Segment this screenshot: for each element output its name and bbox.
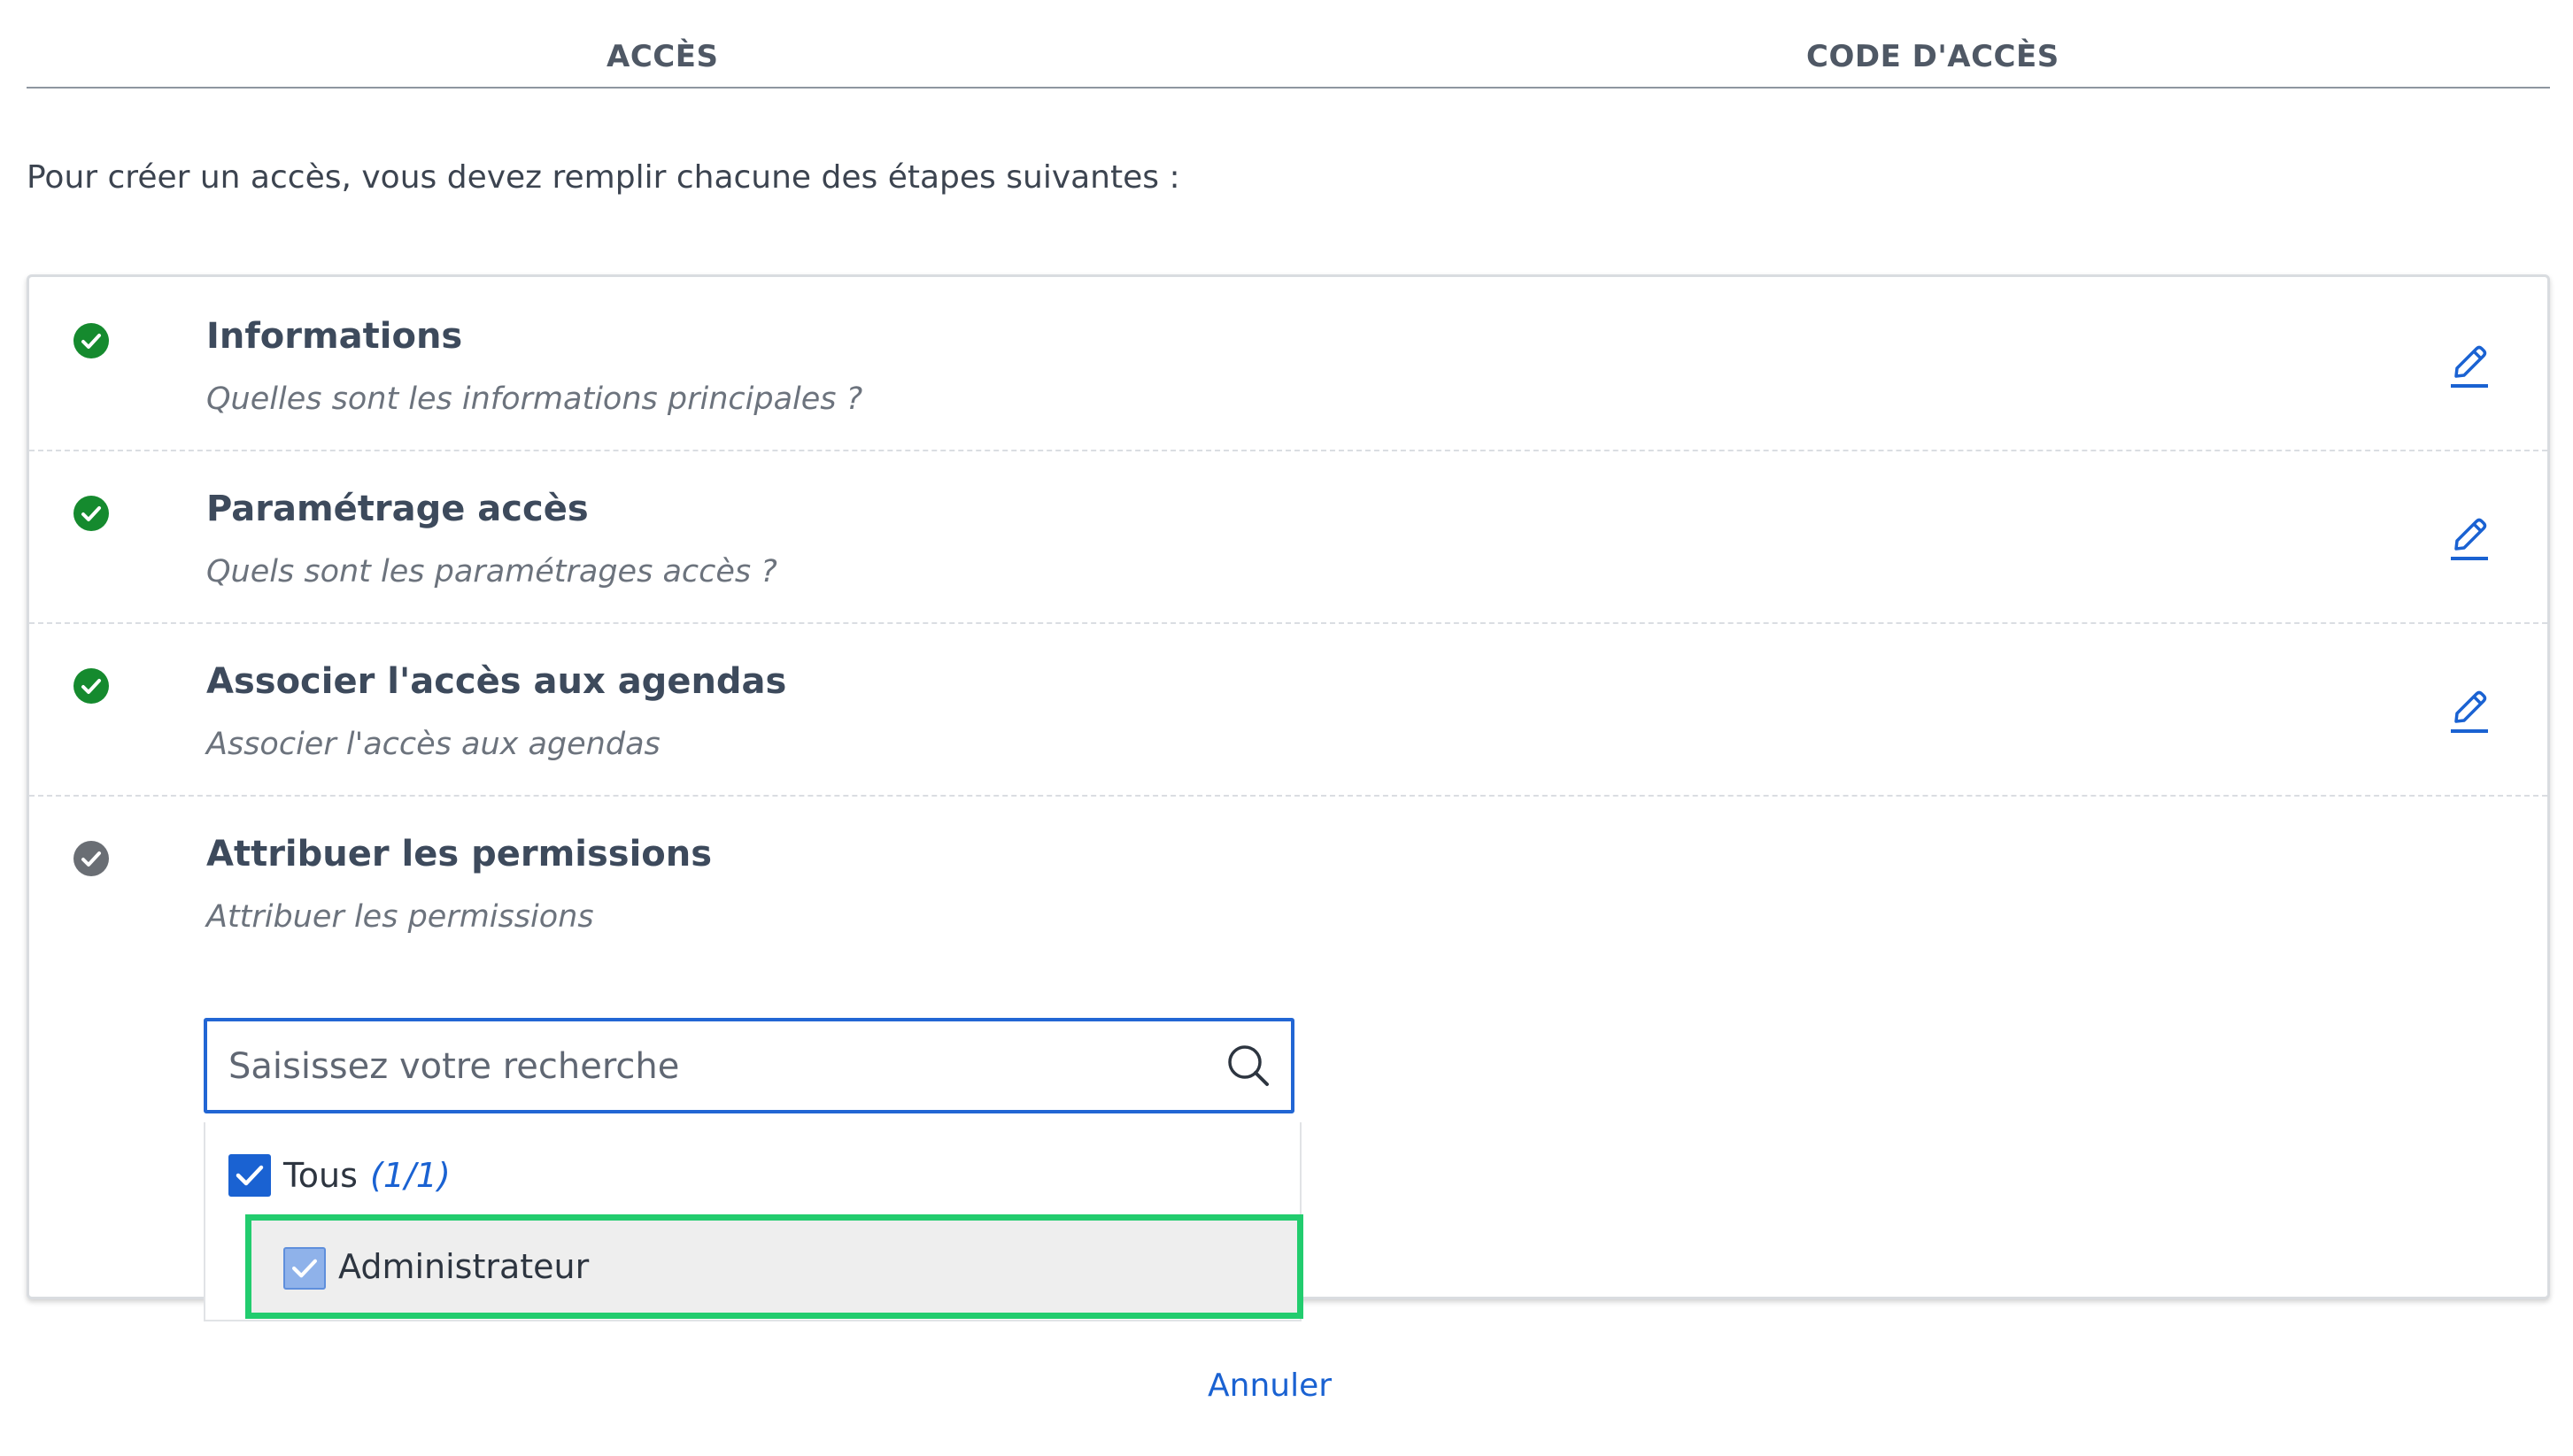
step-agendas: Associer l'accès aux agendas Associer l'… — [29, 622, 2547, 797]
step-subtitle: Quelles sont les informations principale… — [206, 381, 863, 417]
pencil-icon[interactable] — [2442, 512, 2495, 565]
step-title: Attribuer les permissions — [206, 834, 713, 874]
tab-acces[interactable]: ACCÈS — [607, 39, 718, 74]
check-circle-icon — [73, 496, 109, 531]
cancel-link[interactable]: Annuler — [1208, 1367, 1332, 1404]
step-title: Paramétrage accès — [206, 489, 589, 529]
step-subtitle: Quels sont les paramétrages accès ? — [206, 554, 777, 589]
pencil-icon[interactable] — [2442, 684, 2495, 737]
tab-bar: ACCÈS CODE D'ACCÈS — [27, 0, 2550, 89]
step-title: Informations — [206, 316, 463, 357]
intro-text: Pour créer un accès, vous devez remplir … — [27, 159, 1180, 196]
check-circle-icon — [73, 841, 109, 876]
step-parametrage: Paramétrage accès Quels sont les paramét… — [29, 450, 2547, 624]
search-box — [204, 1018, 1294, 1113]
checkbox-checked-icon[interactable] — [283, 1247, 326, 1290]
search-input[interactable] — [227, 1037, 1204, 1096]
checkbox-checked-icon[interactable] — [228, 1154, 271, 1197]
tab-code-acces[interactable]: CODE D'ACCÈS — [1806, 39, 2059, 74]
option-all-label: Tous — [283, 1156, 358, 1195]
step-informations: Informations Quelles sont les informatio… — [29, 277, 2547, 451]
search-icon[interactable] — [1225, 1043, 1271, 1089]
check-circle-icon — [73, 323, 109, 358]
option-all-count: (1/1) — [370, 1156, 451, 1195]
option-label: Administrateur — [338, 1247, 590, 1286]
pencil-icon[interactable] — [2442, 339, 2495, 392]
check-circle-icon — [73, 668, 109, 704]
step-subtitle: Associer l'accès aux agendas — [206, 727, 661, 762]
step-subtitle: Attribuer les permissions — [206, 899, 594, 935]
option-administrateur[interactable]: Administrateur — [245, 1214, 1303, 1319]
step-title: Associer l'accès aux agendas — [206, 661, 787, 702]
